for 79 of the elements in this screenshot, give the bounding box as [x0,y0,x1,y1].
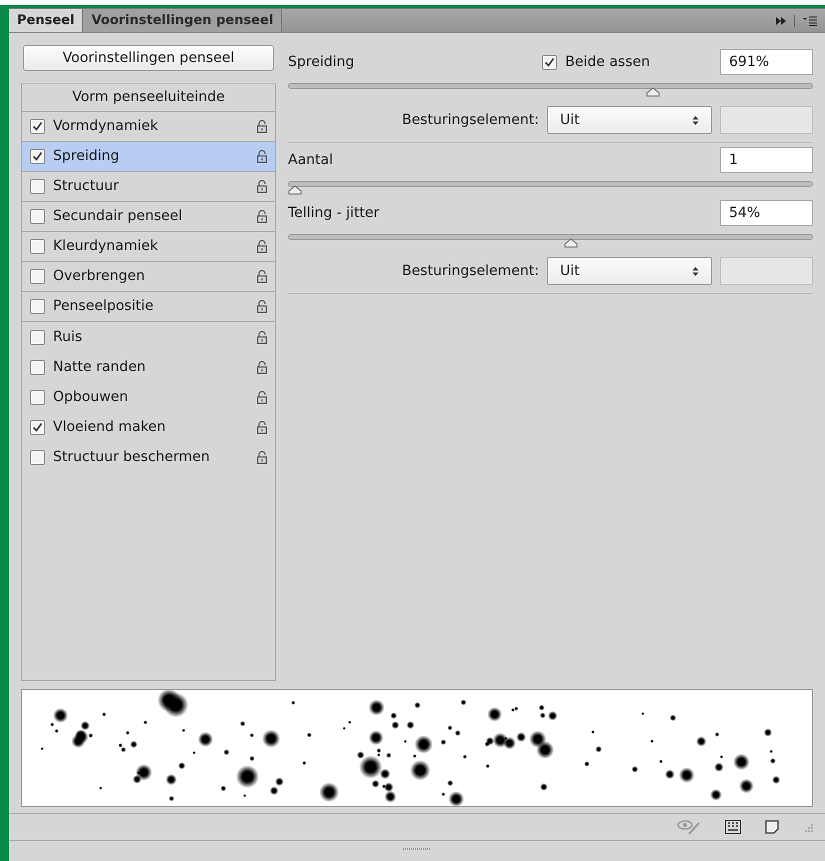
menu-icon[interactable] [803,16,817,26]
option-label: Vloeiend maken [53,418,167,436]
option-label: Structuur [53,177,120,196]
brush-option[interactable]: Natte randen [22,352,275,382]
checkbox[interactable] [30,360,45,374]
option-label: Natte randen [53,358,147,376]
checkbox[interactable] [30,269,45,284]
checkbox[interactable] [30,330,45,344]
slider-track[interactable] [288,232,813,249]
lock-icon[interactable] [257,420,267,434]
option-label: Secundair penseel [53,207,184,226]
checkbox[interactable] [30,299,45,314]
input-field[interactable] [720,257,813,285]
option-label: Opbouwen [53,388,130,406]
lock-icon[interactable] [257,450,267,464]
checkbox[interactable] [30,239,45,254]
input-field[interactable] [720,106,813,134]
checkbox[interactable] [30,149,45,164]
lock-icon[interactable] [257,360,267,374]
presets-button[interactable]: Voorinstellingen penseel [23,45,274,71]
stepper-icon [692,266,699,276]
resize-grip-icon[interactable] [803,822,813,832]
brush-option[interactable]: Penseelpositie [22,292,275,322]
checkbox[interactable] [30,179,45,194]
setting-label: Telling - jitter [288,204,380,222]
tab[interactable]: Penseel [9,9,84,32]
lock-icon[interactable] [257,390,267,404]
checkbox[interactable] [542,54,558,70]
brush-option[interactable]: Vloeiend maken [22,412,275,442]
slider-track[interactable] [288,179,813,196]
brush-option[interactable]: Ruis [22,322,275,352]
option-label: Spreiding [53,147,120,166]
slider-thumb[interactable] [288,185,302,195]
option-label: Kleurdynamiek [53,237,159,256]
checkbox[interactable] [30,119,45,134]
stepper-icon [692,114,699,126]
checkbox-label: Beide assen [565,52,650,72]
new-page-icon[interactable] [765,820,779,834]
lock-icon[interactable] [257,150,267,163]
control-label: Besturingselement: [402,262,539,280]
dropdown[interactable]: Uit [547,257,712,285]
checkbox[interactable] [30,209,45,224]
brush-option[interactable]: Overbrengen [22,262,275,292]
value-field[interactable]: 691% [720,49,813,75]
drag-handle-icon[interactable] [402,847,432,851]
brush-option[interactable]: Opbouwen [22,382,275,412]
slider-thumb[interactable] [646,87,660,97]
option-label: Overbrengen [53,267,146,286]
lock-icon[interactable] [257,210,267,223]
dropdown[interactable]: Uit [547,106,712,134]
checkbox[interactable] [30,450,45,464]
brush-option[interactable]: Secundair penseel [22,202,275,232]
setting-label: Aantal [288,150,334,170]
option-label: Ruis [53,328,84,346]
list-heading[interactable]: Vorm penseeluiteinde [22,84,275,112]
option-label: Structuur beschermen [53,448,211,466]
brush-option[interactable]: Kleurdynamiek [22,232,275,262]
setting-label: Spreiding [288,52,356,72]
slider-thumb[interactable] [564,238,578,248]
checkbox[interactable] [30,420,45,434]
lock-icon[interactable] [257,330,267,344]
option-label: Vormdynamiek [53,117,160,136]
brush-option[interactable]: Structuur [22,172,275,202]
option-label: Penseelpositie [53,297,154,316]
tab[interactable]: Voorinstellingen penseel [83,9,282,32]
lock-icon[interactable] [257,180,267,193]
brush-option[interactable]: Structuur beschermen [22,442,275,472]
value-field[interactable]: 1 [720,147,813,173]
checkbox[interactable] [30,390,45,404]
brush-option[interactable]: Spreiding [22,142,275,172]
lock-icon[interactable] [257,240,267,253]
grid-icon[interactable] [725,820,741,834]
lock-icon[interactable] [257,120,267,133]
lock-icon[interactable] [257,270,267,283]
collapse-icon[interactable] [776,17,786,25]
control-label: Besturingselement: [402,110,539,130]
value-field[interactable]: 54% [720,200,813,226]
lock-icon[interactable] [257,300,267,313]
slider-track[interactable] [288,81,813,98]
